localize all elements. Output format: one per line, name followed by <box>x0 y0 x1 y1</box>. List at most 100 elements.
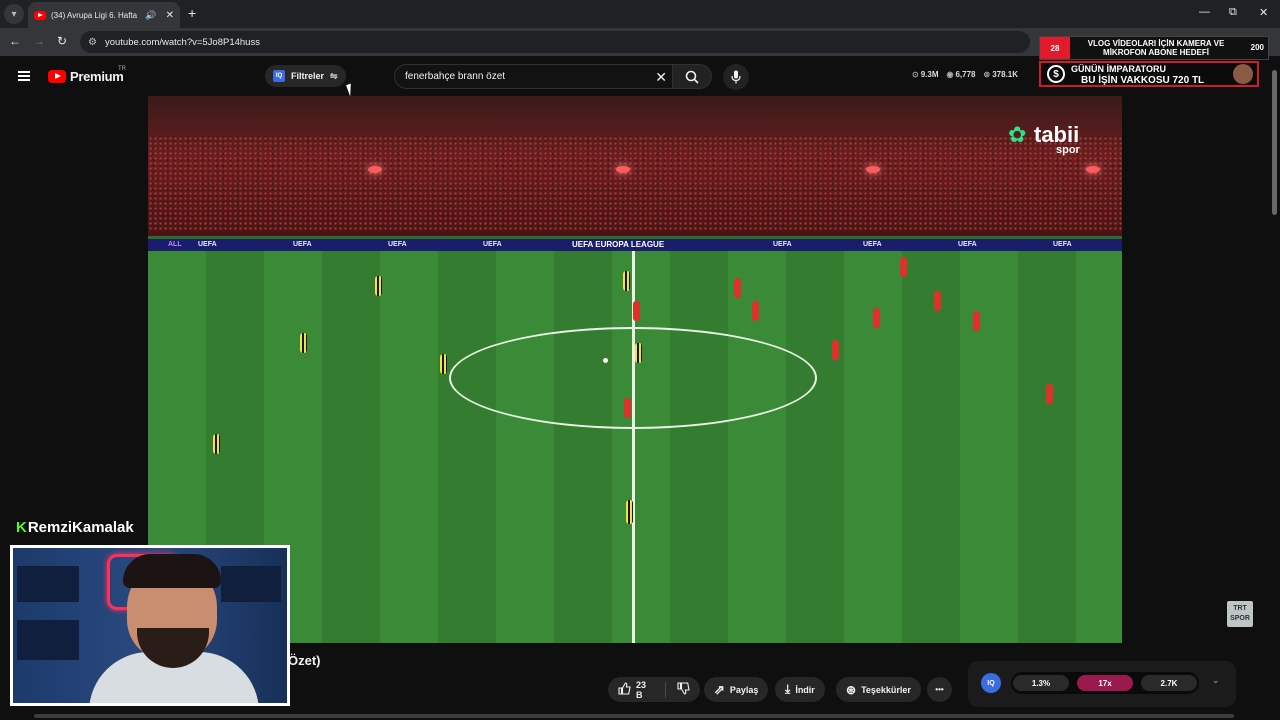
ad-text: UEFA <box>293 241 312 248</box>
likes-value: 6,778 <box>955 70 976 79</box>
football <box>603 358 608 363</box>
video-player[interactable]: ALL UEFA UEFA UEFA UEFA UEFA EUROPA LEAG… <box>148 96 1122 643</box>
new-tab-button[interactable]: + <box>188 5 196 21</box>
subscriber-goal-widget: 28 VLOG VİDEOLARI İÇİN KAMERA VE MİKROFO… <box>1039 36 1269 60</box>
ad-text: UEFA <box>1053 241 1072 248</box>
broadcaster-sub: spor <box>1056 144 1080 156</box>
channel-stats: ⊙ 9.3M ◉ 6,778 ⊚ 378.1K <box>912 70 1018 79</box>
views-per-hour: 2.7K <box>1141 675 1197 691</box>
divider <box>665 681 666 698</box>
ad-text: UEFA <box>773 241 792 248</box>
youtube-favicon-icon <box>34 10 46 20</box>
url-text: youtube.com/watch?v=5Jo8P14huss <box>104 36 260 48</box>
ad-text: UEFA <box>958 241 977 248</box>
player <box>300 333 307 353</box>
stadium-light <box>866 166 880 173</box>
player <box>934 291 941 311</box>
player <box>873 308 880 328</box>
search-button[interactable] <box>672 64 712 89</box>
tabii-flower-icon: ✿ <box>1008 122 1027 147</box>
player <box>375 276 382 296</box>
shelf <box>221 566 281 602</box>
streamer-hair <box>123 554 221 588</box>
youtube-premium-logo[interactable]: Premium <box>48 69 124 84</box>
search-input[interactable]: fenerbahçe brann özet ✕ <box>394 64 676 89</box>
views-stat: ⊙ 9.3M <box>912 70 939 79</box>
eye-icon: ⊙ <box>912 70 919 79</box>
like-icon[interactable] <box>618 682 631 697</box>
ad-text: ALL <box>168 241 182 248</box>
goal-text: VLOG VİDEOLARI İÇİN KAMERA VE MİKROFON A… <box>1087 39 1225 57</box>
logo-text: Premium <box>70 69 124 84</box>
goal-current: 28 <box>1040 37 1070 59</box>
shelf <box>17 620 79 660</box>
uel-board: UEFA EUROPA LEAGUE <box>572 240 665 249</box>
likes-stat: ◉ 6,778 <box>947 70 976 79</box>
scrollbar-thumb[interactable] <box>1272 70 1277 215</box>
like-count[interactable]: 23 B <box>636 680 654 700</box>
dislike-icon[interactable] <box>677 682 690 697</box>
player <box>623 271 630 291</box>
iq-extension-icon: IQ <box>273 70 285 82</box>
player <box>626 500 633 524</box>
subscribers-icon: ⊚ <box>983 70 991 79</box>
thanks-button[interactable]: ⊛ Teşekkürler <box>836 677 921 702</box>
goal-target: 200 <box>1250 43 1264 52</box>
download-icon: ⤓ <box>785 682 791 696</box>
share-button[interactable]: ⇗ Paylaş <box>704 677 769 702</box>
video-title: Özet) <box>288 653 321 668</box>
donor-subtitle: BU İŞİN VAKKOSU 720 TL <box>1081 75 1205 86</box>
chevron-down-icon[interactable]: ⌄ <box>1212 675 1220 686</box>
kick-icon: K <box>16 519 27 536</box>
vertical-scrollbar[interactable] <box>1270 60 1278 716</box>
voice-search-button[interactable] <box>723 64 749 90</box>
stadium-light <box>368 166 382 173</box>
views-multiplier: 17x <box>1077 675 1133 691</box>
streamer-name: RemziKamalak <box>27 519 134 536</box>
site-settings-icon[interactable]: ⚙ <box>88 37 97 48</box>
crowd-texture <box>148 136 1122 231</box>
tab-close-icon[interactable]: ✕ <box>166 10 174 21</box>
centre-circle <box>449 327 817 429</box>
window-close-button[interactable]: ✕ <box>1259 6 1268 19</box>
like-stat-icon: ◉ <box>946 70 954 79</box>
stadium-light <box>1086 166 1100 173</box>
more-actions-button[interactable]: ••• <box>927 677 952 702</box>
share-icon: ⇗ <box>714 681 725 697</box>
engagement-rate: 1.3% <box>1013 675 1069 691</box>
horizontal-scrollbar[interactable] <box>34 714 1234 718</box>
filter-button[interactable]: IQ Filtreler ⇋ <box>265 65 346 87</box>
download-button[interactable]: ⤓ İndir <box>775 677 825 702</box>
restore-button[interactable]: ⧉ <box>1229 6 1237 19</box>
ad-text: UEFA <box>198 241 217 248</box>
reload-icon[interactable]: ↻ <box>57 34 67 48</box>
ad-text: UEFA <box>388 241 407 248</box>
forward-arrow-icon[interactable]: → <box>33 34 45 48</box>
subscribers-value: 378.1K <box>992 70 1019 79</box>
clear-search-icon[interactable]: ✕ <box>655 69 667 86</box>
iq-metrics-bar: 1.3% 17x 2.7K <box>1011 672 1199 694</box>
browser-tab-bar: ▾ (34) Avrupa Ligi 6. Hafta I B 🔊 ✕ + — … <box>0 0 1280 28</box>
microphone-icon <box>731 70 741 84</box>
back-arrow-icon[interactable]: ← <box>9 34 21 48</box>
minimize-button[interactable]: — <box>1199 6 1210 18</box>
webcam-overlay <box>10 545 290 706</box>
speaker-icon[interactable]: 🔊 <box>145 10 156 21</box>
filter-label: Filtreler <box>291 71 325 81</box>
browser-tab[interactable]: (34) Avrupa Ligi 6. Hafta I B 🔊 ✕ <box>28 2 180 28</box>
coin-icon: $ <box>1047 65 1065 83</box>
iq-extension-logo[interactable]: IQ <box>981 673 1001 693</box>
address-bar[interactable]: ⚙ youtube.com/watch?v=5Jo8P14huss <box>80 31 1030 53</box>
views-value: 9.3M <box>920 70 939 79</box>
tab-search-button[interactable]: ▾ <box>4 4 24 24</box>
stadium-light <box>616 166 630 173</box>
ad-text: UEFA <box>483 241 502 248</box>
player <box>213 434 220 454</box>
streamer-tag: K RemziKamalak <box>16 519 134 536</box>
thanks-label: Teşekkürler <box>861 684 911 695</box>
menu-icon[interactable] <box>18 71 30 81</box>
player <box>624 398 631 418</box>
search-icon <box>685 70 699 84</box>
more-icon: ••• <box>935 685 944 694</box>
shelf <box>17 566 79 602</box>
